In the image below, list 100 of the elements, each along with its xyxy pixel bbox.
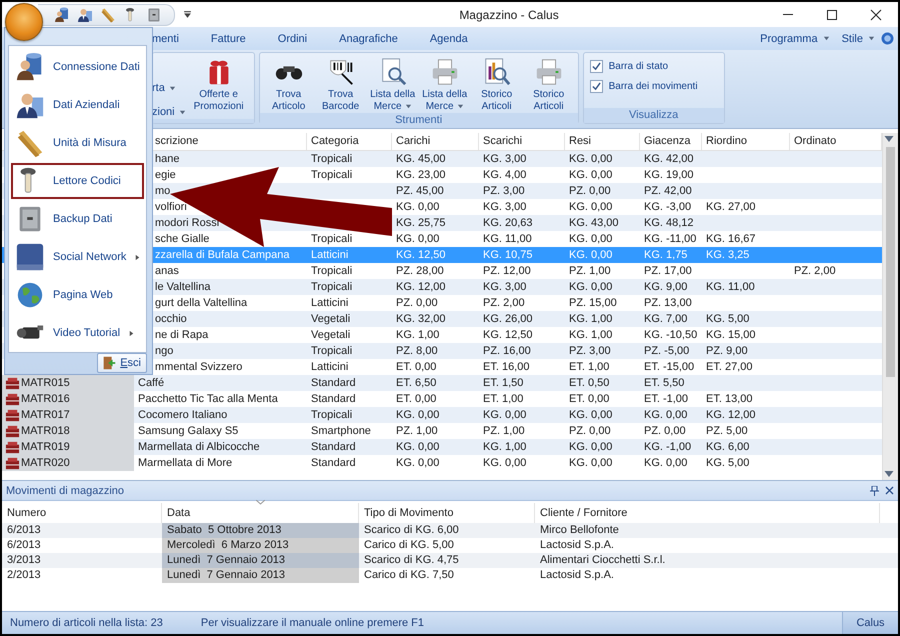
table-cell-text: KG. 12,50 xyxy=(482,328,534,343)
table-cell-text: ET. 0,00 xyxy=(395,360,438,375)
table-cell-text: Latticini xyxy=(310,248,350,263)
table-cell-text: KG. 5,00 xyxy=(705,456,750,471)
help-icon[interactable] xyxy=(881,32,894,45)
ribbon-button[interactable]: Storico Articoli xyxy=(524,57,574,113)
table-cell-text: Marmellata di More xyxy=(137,456,234,471)
checkbox-box[interactable] xyxy=(590,80,603,92)
ribbon-button[interactable]: Trova Barcode xyxy=(316,57,366,113)
table-cell-text: KG. 1,00 xyxy=(568,312,614,327)
table-cell-text: PZ. 28,00 xyxy=(395,264,445,279)
table-cell-text: Lactosid S.p.A. xyxy=(539,538,615,553)
checkbox-box[interactable] xyxy=(590,60,603,72)
ribbon-tab[interactable]: Ordini xyxy=(278,27,322,50)
table-cell-text: occhio xyxy=(154,312,188,327)
table-cell-text: PZ. 1,00 xyxy=(482,424,526,439)
table-cell-text: PZ. 15,00 xyxy=(568,296,618,311)
close-icon[interactable] xyxy=(885,486,894,495)
table-cell-text: Standard xyxy=(310,392,357,407)
column-header[interactable]: Categoria xyxy=(307,133,392,150)
table-cell-text: PZ. 1,00 xyxy=(395,424,439,439)
table-cell-text: Standard xyxy=(310,456,357,471)
menu-item[interactable]: Connessione Dati xyxy=(11,49,144,85)
exit-button[interactable]: Esci xyxy=(97,353,147,373)
checkbox[interactable]: Barra di stato xyxy=(590,57,712,75)
ribbon-button[interactable]: Offerte e Promozioni xyxy=(188,57,250,113)
table-cell-text: mmental Svizzero xyxy=(154,360,244,375)
table-row[interactable]: MATR017 Cocomero Italiano Tropicali KG. 0,00 KG. 0,00 KG. 0,00 KG. 0,00 KG. 12,00 xyxy=(2,407,882,423)
table-cell-text: PZ. 42,00 xyxy=(643,184,693,199)
box-icon xyxy=(5,440,20,454)
column-header[interactable]: Carichi xyxy=(392,133,479,150)
globe-icon xyxy=(15,280,45,310)
table-cell-text: KG. 48,12 xyxy=(643,216,695,231)
checkbox[interactable]: Barra dei movimenti xyxy=(590,77,712,95)
pin-icon[interactable] xyxy=(870,486,879,496)
minimize-icon xyxy=(783,14,793,15)
ribbon-button[interactable]: Lista della Merce xyxy=(420,57,470,113)
column-header[interactable]: Scarichi xyxy=(479,133,565,150)
ribbon-button[interactable]: Trova Articolo xyxy=(264,57,314,113)
checkbox-label: Barra dei movimenti xyxy=(608,80,698,92)
table-cell-text: PZ. 0,00 xyxy=(395,296,439,311)
table-cell-text: Mirco Bellofonte xyxy=(539,523,620,538)
table-cell-text: KG. 0,00 xyxy=(568,152,614,167)
table-cell-text: KG. 5,00 xyxy=(705,312,750,327)
table-cell-text: ET. -1,00 xyxy=(643,392,690,407)
panel-title: Movimenti di magazzino xyxy=(6,484,125,496)
table-cell-text: PZ. 0,00 xyxy=(643,424,687,439)
table-cell-text: KG. 11,00 xyxy=(482,232,533,247)
column-header[interactable]: Riordino xyxy=(702,133,790,150)
table-cell-text: KG. 0,00 xyxy=(395,408,440,423)
table-cell-text: KG. 0,00 xyxy=(568,408,614,423)
table-cell-text: KG. 26,00 xyxy=(482,312,534,327)
item-code: MATR018 xyxy=(21,425,70,437)
scrollbar[interactable] xyxy=(882,133,898,480)
table-cell-text: Standard xyxy=(310,376,357,391)
ribbon-tab[interactable]: Fatture xyxy=(210,27,260,50)
table-cell-text: ET. 1,00 xyxy=(482,392,524,407)
ruler-icon[interactable] xyxy=(100,6,116,22)
table-cell-text: KG. 1,00 xyxy=(395,328,440,343)
ribbon-menu[interactable]: Programma xyxy=(754,32,836,44)
table-cell-text: KG. -10,50 xyxy=(643,328,698,343)
table-cell-text: KG. 0,00 xyxy=(395,440,440,455)
table-cell-text: Vegetali xyxy=(310,312,352,327)
table-row[interactable]: MATR015 Caffé Standard ET. 6,50 ET. 1,50 ET. 0,50 ET. 5,50 xyxy=(2,375,882,391)
table-cell-text: KG. 12,50 xyxy=(395,248,447,263)
table-cell-text: anas xyxy=(154,264,180,279)
table-cell-text: Cocomero Italiano xyxy=(137,408,228,423)
table-cell-text: PZ. 45,00 xyxy=(395,184,445,199)
exit-icon xyxy=(101,355,118,371)
table-row[interactable]: MATR019 Marmellata di Albicocche Standard KG. 0,00 KG. 1,00 KG. 0,00 KG. -1,00 KG. 6,00 xyxy=(2,439,882,455)
person-icon[interactable] xyxy=(77,6,93,22)
column-header[interactable]: Resi xyxy=(565,133,640,150)
table-cell-text: ET. -15,00 xyxy=(643,360,696,375)
ribbon-button[interactable]: Lista della Merce xyxy=(368,57,418,113)
safe-icon[interactable] xyxy=(146,6,162,22)
ribbon-button[interactable]: Storico Articoli xyxy=(472,57,522,113)
table-cell-text: KG. 43,00 xyxy=(568,216,620,231)
table-cell-text: ne di Rapa xyxy=(154,328,210,343)
table-cell-text: KG. 12,00 xyxy=(395,280,447,295)
ribbon-tab[interactable]: menti xyxy=(152,27,193,50)
table-cell-text: Latticini xyxy=(310,296,350,311)
ribbon-tab[interactable]: Agenda xyxy=(430,27,482,50)
ribbon-tab[interactable]: Anagrafiche xyxy=(339,27,412,50)
group-label: Visualizza xyxy=(584,108,724,123)
table-cell-text: KG. 1,00 xyxy=(568,328,614,343)
table-cell-text: KG. 0,00 xyxy=(568,440,614,455)
table-cell-text: KG. 0,00 xyxy=(568,456,614,471)
table-cell-text: ET. 1,50 xyxy=(482,376,524,391)
table-cell-text: Latticini xyxy=(310,360,350,375)
ribbon-menu[interactable]: Stile xyxy=(836,32,881,44)
database-icon[interactable] xyxy=(54,6,70,22)
menu-item[interactable]: Dati Aziendali xyxy=(11,87,144,123)
table-cell-text: Tropicali xyxy=(310,264,354,279)
table-cell-text: ET. 27,00 xyxy=(705,360,754,375)
column-header[interactable]: Giacenza xyxy=(640,133,702,150)
customize-icon[interactable] xyxy=(183,10,192,19)
table-cell-text: Lactosid S.p.A. xyxy=(539,568,615,583)
menu-item[interactable]: Lettore Codici xyxy=(11,163,144,199)
table-cell-text: KG. -3,00 xyxy=(643,200,692,215)
table-cell-text: KG. 0,00 xyxy=(568,232,614,247)
